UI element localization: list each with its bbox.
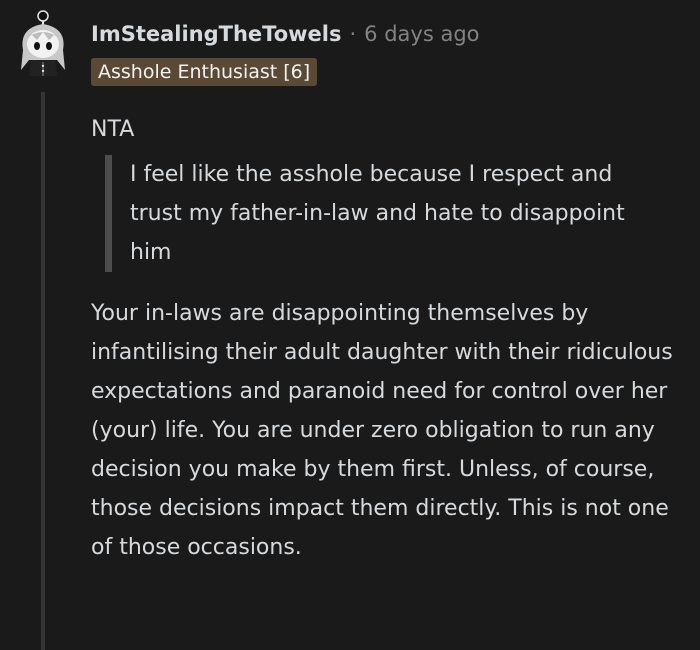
comment-body: NTA I feel like the asshole because I re…: [91, 110, 681, 567]
snoo-avatar-icon: [21, 10, 65, 76]
comment-author[interactable]: ImStealingTheTowels: [91, 20, 341, 48]
comment-paragraph: Your in-laws are disappointing themselve…: [91, 301, 673, 560]
meta-separator: ·: [349, 22, 357, 46]
comment-verdict: NTA: [91, 117, 135, 142]
user-flair: Asshole Enthusiast [6]: [91, 58, 318, 86]
comment-header: ImStealingTheTowels · 6 days ago: [91, 20, 480, 48]
thread-collapse-line[interactable]: [41, 92, 45, 650]
comment-timestamp[interactable]: 6 days ago: [364, 20, 479, 48]
avatar[interactable]: [17, 10, 69, 78]
comment-blockquote: I feel like the asshole because I respec…: [105, 155, 630, 272]
